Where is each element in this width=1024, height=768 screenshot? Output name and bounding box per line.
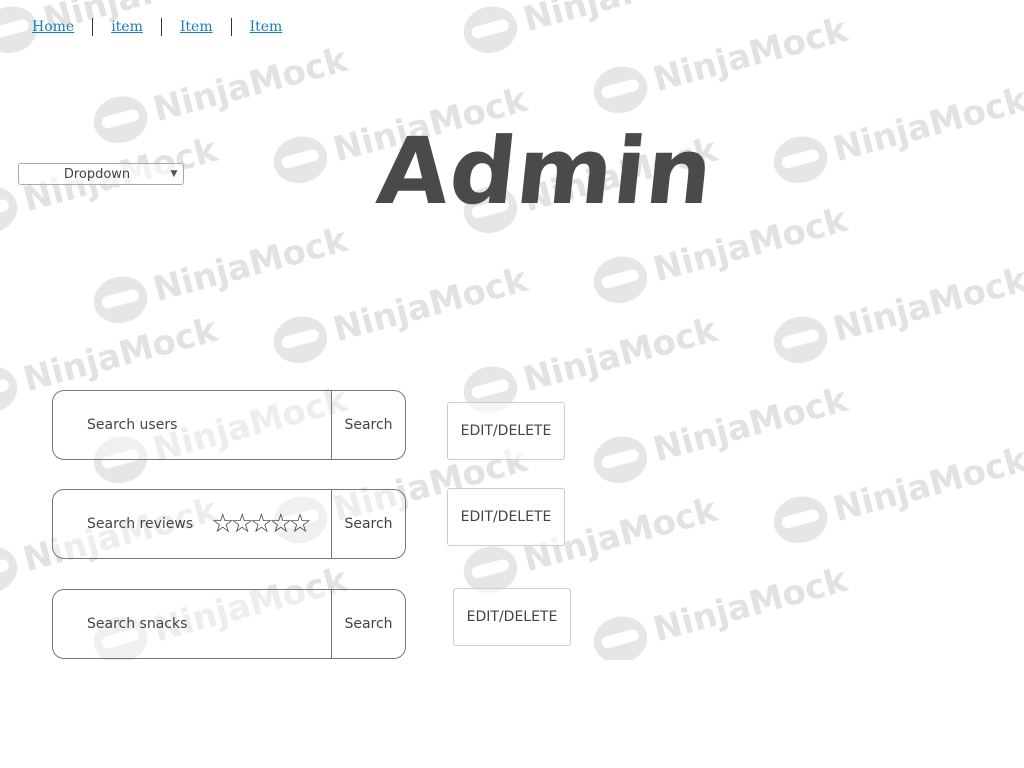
watermark-layer: NinjaMock NinjaMock NinjaMock NinjaMock …: [0, 0, 1024, 660]
dropdown-selected-value: Dropdown: [63, 166, 131, 182]
breadcrumb-item-home[interactable]: Home: [32, 19, 74, 35]
ninja-icon: [0, 540, 23, 599]
ninja-icon: [588, 610, 653, 660]
search-users-button[interactable]: Search: [331, 391, 405, 459]
chevron-down-icon: ▼: [170, 169, 178, 179]
dropdown-select[interactable]: Dropdown ▼: [18, 163, 184, 185]
watermark-logo: NinjaMock: [768, 257, 1024, 369]
watermark-logo: NinjaMock: [458, 0, 722, 59]
edit-delete-snacks-button[interactable]: EDIT/DELETE: [453, 588, 571, 646]
app-canvas: NinjaMock NinjaMock NinjaMock NinjaMock …: [0, 0, 1024, 768]
star-rating-icon[interactable]: ☆☆☆☆☆: [211, 511, 312, 537]
breadcrumb: Home item Item Item: [32, 18, 282, 36]
breadcrumb-separator: [160, 18, 162, 36]
search-reviews-input[interactable]: Search reviews ☆☆☆☆☆: [53, 490, 331, 558]
search-snacks-placeholder: Search snacks: [87, 616, 188, 632]
breadcrumb-separator: [92, 18, 94, 36]
ninja-icon: [268, 130, 333, 189]
search-reviews-button[interactable]: Search: [331, 490, 405, 558]
search-users-placeholder: Search users: [87, 417, 178, 433]
page-title: Admin: [372, 118, 719, 225]
ninja-icon: [588, 250, 653, 309]
search-snacks-button[interactable]: Search: [331, 590, 405, 658]
search-reviews-group: Search reviews ☆☆☆☆☆ Search: [52, 489, 406, 559]
watermark-logo: NinjaMock: [88, 37, 352, 149]
watermark-logo: NinjaMock: [768, 77, 1024, 189]
watermark-logo: NinjaMock: [588, 377, 852, 489]
search-snacks-input[interactable]: Search snacks: [53, 590, 331, 658]
breadcrumb-item-2[interactable]: Item: [180, 19, 213, 35]
breadcrumb-separator: [230, 18, 232, 36]
breadcrumb-item-3[interactable]: Item: [250, 19, 283, 35]
ninja-icon: [88, 90, 153, 149]
edit-delete-users-button[interactable]: EDIT/DELETE: [447, 402, 565, 460]
ninja-icon: [0, 360, 23, 419]
search-users-group: Search users Search: [52, 390, 406, 460]
search-reviews-placeholder: Search reviews: [87, 516, 194, 532]
search-snacks-group: Search snacks Search: [52, 589, 406, 659]
breadcrumb-item-1[interactable]: item: [111, 19, 143, 35]
ninja-icon: [768, 130, 833, 189]
ninja-icon: [0, 180, 23, 239]
watermark-logo: NinjaMock: [588, 557, 852, 660]
ninja-icon: [268, 310, 333, 369]
ninja-icon: [588, 430, 653, 489]
watermark-logo: NinjaMock: [768, 437, 1024, 549]
ninja-icon: [768, 490, 833, 549]
watermark-logo: NinjaMock: [268, 257, 532, 369]
ninja-icon: [88, 270, 153, 329]
ninja-icon: [768, 310, 833, 369]
watermark-logo: NinjaMock: [88, 217, 352, 329]
ninja-icon: [588, 60, 653, 119]
watermark-logo: NinjaMock: [588, 7, 852, 119]
ninja-icon: [458, 0, 523, 59]
edit-delete-reviews-button[interactable]: EDIT/DELETE: [447, 488, 565, 546]
search-users-input[interactable]: Search users: [53, 391, 331, 459]
